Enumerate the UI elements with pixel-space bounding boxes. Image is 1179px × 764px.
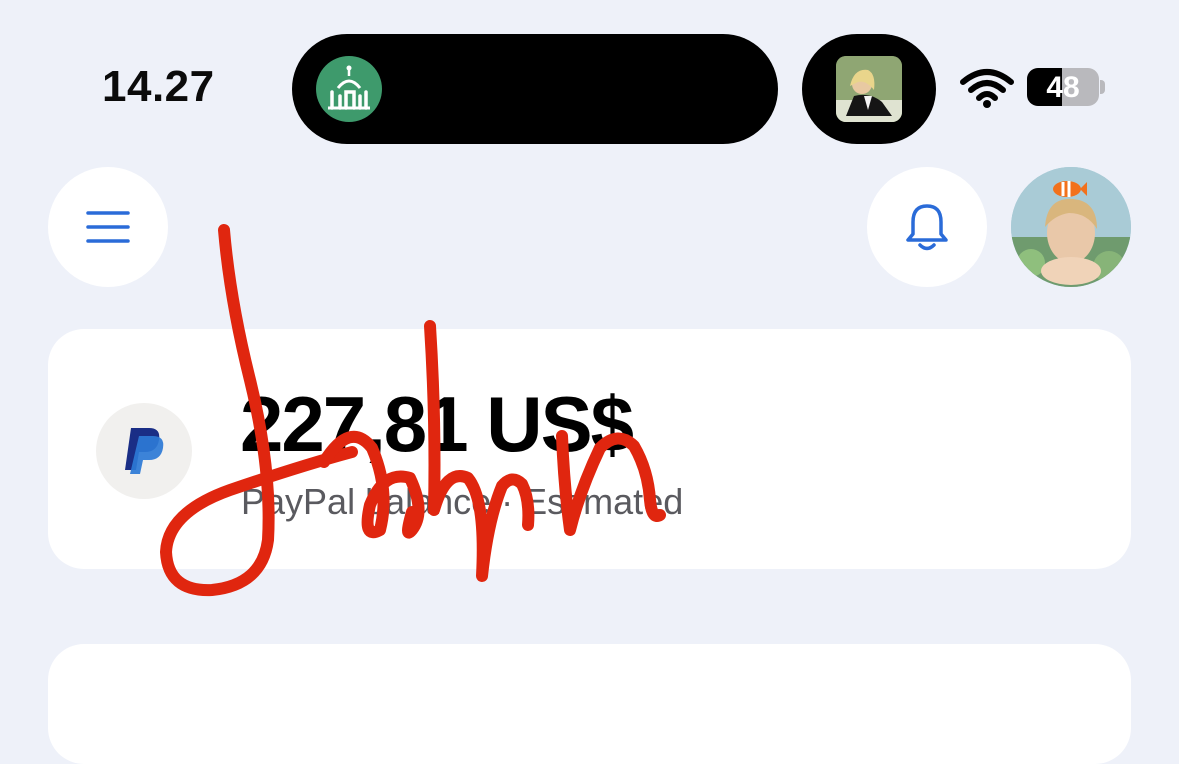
menu-button[interactable] xyxy=(48,167,168,287)
dynamic-island[interactable] xyxy=(292,34,778,144)
battery-cap xyxy=(1100,80,1105,94)
bell-icon xyxy=(906,204,948,251)
notifications-button[interactable] xyxy=(867,167,987,287)
status-time: 14.27 xyxy=(102,62,215,111)
wifi-icon xyxy=(960,69,1014,108)
battery-indicator: 48 xyxy=(1027,68,1099,106)
next-card[interactable] xyxy=(48,644,1131,764)
album-art-thumbnail[interactable] xyxy=(836,56,902,122)
hamburger-menu-icon xyxy=(86,211,130,243)
paypal-logo xyxy=(96,403,192,499)
profile-avatar[interactable] xyxy=(1011,167,1131,287)
now-playing-island[interactable] xyxy=(802,34,936,144)
balance-card[interactable]: 227,81 US$ PayPal balance · Estimated xyxy=(48,329,1131,569)
balance-label: PayPal balance · Estimated xyxy=(241,481,684,522)
battery-level-text: 48 xyxy=(1046,71,1080,104)
mosque-app-icon[interactable] xyxy=(316,56,382,122)
balance-amount: 227,81 US$ xyxy=(240,380,634,468)
